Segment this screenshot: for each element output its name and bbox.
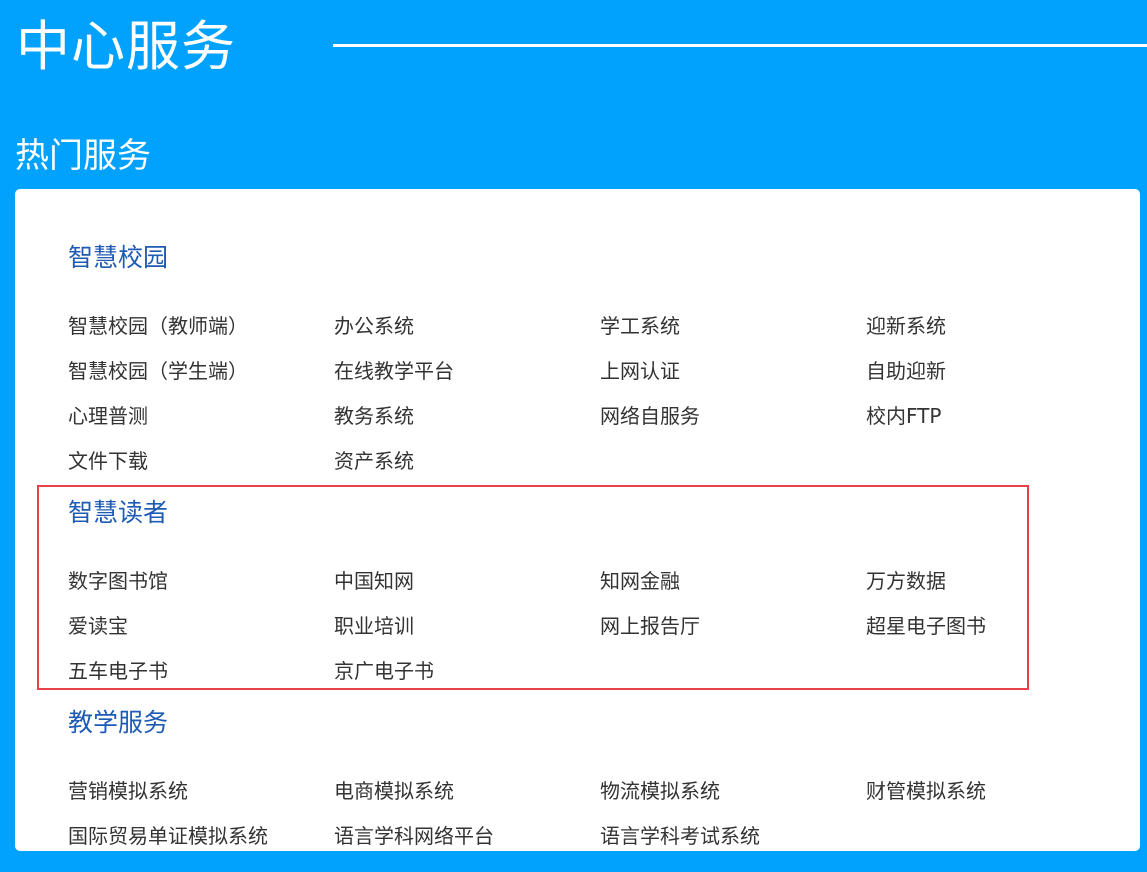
group-title: 智慧读者	[68, 498, 169, 527]
service-link[interactable]: 办公系统	[334, 311, 600, 356]
service-link[interactable]: 网上报告厅	[600, 611, 866, 656]
service-link[interactable]: 超星电子图书	[866, 611, 1132, 656]
services-card: 智慧校园 智慧校园（教师端） 办公系统 学工系统 迎新系统 智慧校园（学生端） …	[15, 189, 1140, 851]
service-link[interactable]: 学工系统	[600, 311, 866, 356]
service-center-page: 中心服务 热门服务 智慧校园 智慧校园（教师端） 办公系统 学工系统 迎新系统 …	[0, 0, 1147, 872]
section-heading-hot-services: 热门服务	[15, 136, 151, 176]
service-link[interactable]: 网络自服务	[600, 401, 866, 446]
service-link[interactable]: 文件下载	[68, 446, 334, 491]
service-link[interactable]: 在线教学平台	[334, 356, 600, 401]
service-link[interactable]: 京广电子书	[334, 656, 600, 701]
service-link[interactable]: 教务系统	[334, 401, 600, 446]
service-link[interactable]: 万方数据	[866, 566, 1132, 611]
service-list: 智慧校园（教师端） 办公系统 学工系统 迎新系统 智慧校园（学生端） 在线教学平…	[68, 311, 1132, 491]
service-link[interactable]: 知网金融	[600, 566, 866, 611]
service-link[interactable]: 校内FTP	[866, 401, 1132, 446]
service-link[interactable]: 上网认证	[600, 356, 866, 401]
service-link[interactable]: 语言学科网络平台	[334, 821, 600, 866]
service-link[interactable]: 五车电子书	[68, 656, 334, 701]
service-link[interactable]: 心理普测	[68, 401, 334, 446]
service-link[interactable]: 资产系统	[334, 446, 600, 491]
service-link[interactable]: 迎新系统	[866, 311, 1132, 356]
service-list: 营销模拟系统 电商模拟系统 物流模拟系统 财管模拟系统 国际贸易单证模拟系统 语…	[68, 776, 1132, 866]
group-title: 教学服务	[68, 708, 169, 737]
service-link[interactable]: 营销模拟系统	[68, 776, 334, 821]
service-link[interactable]: 自助迎新	[866, 356, 1132, 401]
service-link[interactable]: 数字图书馆	[68, 566, 334, 611]
service-list: 数字图书馆 中国知网 知网金融 万方数据 爱读宝 职业培训 网上报告厅 超星电子…	[68, 566, 1132, 701]
title-divider	[333, 44, 1147, 47]
service-link[interactable]: 中国知网	[334, 566, 600, 611]
service-link[interactable]: 语言学科考试系统	[600, 821, 866, 866]
service-link[interactable]: 国际贸易单证模拟系统	[68, 821, 334, 866]
service-link[interactable]: 物流模拟系统	[600, 776, 866, 821]
service-link[interactable]: 智慧校园（教师端）	[68, 311, 334, 356]
page-title: 中心服务	[16, 15, 236, 78]
service-link[interactable]: 智慧校园（学生端）	[68, 356, 334, 401]
service-link[interactable]: 财管模拟系统	[866, 776, 1132, 821]
service-link[interactable]: 电商模拟系统	[334, 776, 600, 821]
group-title: 智慧校园	[68, 243, 169, 272]
service-link[interactable]: 职业培训	[334, 611, 600, 656]
service-link[interactable]: 爱读宝	[68, 611, 334, 656]
